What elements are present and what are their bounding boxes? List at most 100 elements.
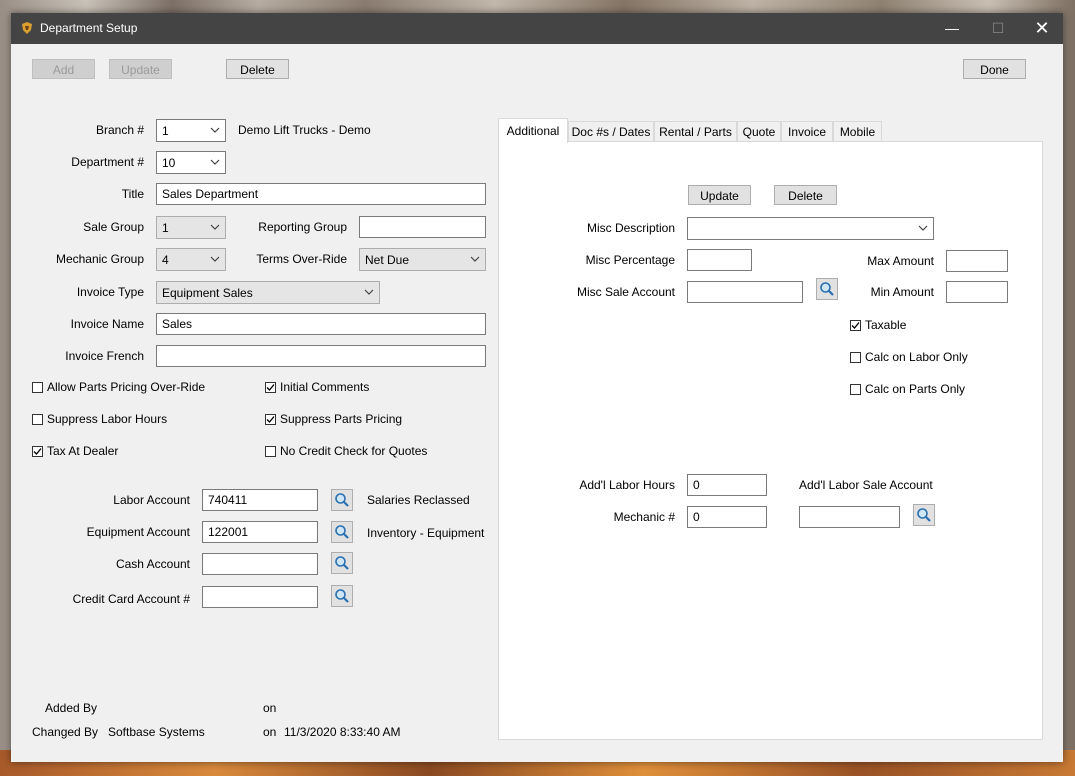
misc-update-button[interactable]: Update: [688, 185, 751, 205]
mechanic-group-dropdown[interactable]: 4: [156, 248, 226, 271]
tab-additional[interactable]: Additional: [498, 118, 568, 143]
suppress-parts-pricing-checkbox[interactable]: Suppress Parts Pricing: [265, 412, 402, 426]
cash-account-input[interactable]: [202, 553, 318, 575]
search-icon: [820, 282, 834, 296]
checkbox-box[interactable]: [32, 445, 43, 457]
checkbox-label: Taxable: [865, 318, 907, 332]
branch-value: 1: [162, 124, 169, 138]
reporting-group-label: Reporting Group: [258, 220, 347, 234]
misc-percentage-label: Misc Percentage: [585, 253, 675, 267]
checkbox-box[interactable]: [850, 351, 861, 363]
equipment-account-description: Inventory - Equipment: [367, 526, 485, 540]
invoice-name-input[interactable]: Sales: [156, 313, 486, 335]
misc-sale-account-search-button[interactable]: [816, 278, 838, 300]
invoice-type-dropdown[interactable]: Equipment Sales: [156, 281, 380, 304]
labor-account-search-button[interactable]: [331, 489, 353, 511]
calc-parts-only-checkbox[interactable]: Calc on Parts Only: [850, 382, 965, 396]
department-value: 10: [162, 156, 176, 170]
taxable-checkbox[interactable]: Taxable: [850, 318, 906, 332]
addl-labor-sale-account-search-button[interactable]: [913, 504, 935, 526]
addl-labor-sale-account-label: Add'l Labor Sale Account: [799, 478, 933, 492]
invoice-french-input[interactable]: [156, 345, 486, 367]
checkbox-box[interactable]: [265, 413, 276, 425]
invoice-french-label: Invoice French: [65, 349, 144, 363]
addl-labor-hours-label: Add'l Labor Hours: [579, 478, 675, 492]
chevron-down-icon: [918, 225, 928, 231]
invoice-type-value: Equipment Sales: [162, 286, 253, 300]
chevron-down-icon: [210, 224, 220, 230]
maximize-icon[interactable]: ☐: [975, 13, 1021, 44]
sale-group-dropdown[interactable]: 1: [156, 216, 226, 239]
min-amount-label: Min Amount: [870, 285, 934, 299]
mechanic-group-label: Mechanic Group: [55, 252, 144, 266]
labor-account-description: Salaries Reclassed: [367, 493, 470, 507]
no-credit-check-checkbox[interactable]: No Credit Check for Quotes: [265, 444, 427, 458]
checkbox-box[interactable]: [850, 383, 861, 395]
reporting-group-input[interactable]: [359, 216, 486, 238]
misc-delete-button[interactable]: Delete: [774, 185, 837, 205]
suppress-labor-hours-checkbox[interactable]: Suppress Labor Hours: [32, 412, 167, 426]
branch-dropdown[interactable]: 1: [156, 119, 226, 142]
equipment-account-search-button[interactable]: [331, 521, 353, 543]
misc-sale-account-input[interactable]: [687, 281, 803, 303]
checkbox-label: Suppress Parts Pricing: [280, 412, 403, 426]
allow-parts-pricing-checkbox[interactable]: Allow Parts Pricing Over-Ride: [32, 380, 205, 394]
department-setup-window: Department Setup — ☐ ✕ Add Update Delete…: [11, 13, 1063, 762]
search-icon: [335, 589, 349, 603]
misc-percentage-input[interactable]: [687, 249, 752, 271]
add-button[interactable]: Add: [32, 59, 95, 79]
max-amount-input[interactable]: [946, 250, 1008, 272]
tab-rental-parts[interactable]: Rental / Parts: [654, 121, 737, 142]
checkbox-box[interactable]: [32, 413, 43, 425]
credit-card-account-input[interactable]: [202, 586, 318, 608]
minimize-icon[interactable]: —: [929, 13, 975, 44]
added-on-label: on: [263, 701, 277, 715]
misc-description-dropdown[interactable]: [687, 217, 934, 240]
tax-at-dealer-checkbox[interactable]: Tax At Dealer: [32, 444, 118, 458]
department-dropdown[interactable]: 10: [156, 151, 226, 174]
tab-doc-dates[interactable]: Doc #s / Dates: [568, 121, 654, 142]
update-button[interactable]: Update: [109, 59, 172, 79]
equipment-account-input[interactable]: 122001: [202, 521, 318, 543]
terms-value: Net Due: [365, 253, 410, 267]
sale-group-value: 1: [162, 221, 169, 235]
calc-labor-only-checkbox[interactable]: Calc on Labor Only: [850, 350, 968, 364]
close-icon[interactable]: ✕: [1019, 13, 1065, 44]
addl-labor-sale-account-input[interactable]: [799, 506, 900, 528]
initial-comments-checkbox[interactable]: Initial Comments: [265, 380, 369, 394]
changed-on-value: 11/3/2020 8:33:40 AM: [284, 725, 401, 739]
check-icon: [266, 383, 275, 391]
search-icon: [335, 556, 349, 570]
addl-labor-hours-input[interactable]: 0: [687, 474, 767, 496]
terms-label: Terms Over-Ride: [256, 252, 347, 266]
title-label: Title: [121, 187, 144, 201]
delete-button[interactable]: Delete: [226, 59, 289, 79]
title-bar: Department Setup — ☐ ✕: [11, 13, 1063, 44]
credit-card-account-label: Credit Card Account #: [72, 592, 190, 606]
checkbox-box[interactable]: [265, 381, 276, 393]
sale-group-label: Sale Group: [83, 220, 144, 234]
checkbox-box[interactable]: [265, 445, 276, 457]
mechanic-number-input[interactable]: 0: [687, 506, 767, 528]
search-icon: [335, 525, 349, 539]
checkbox-box[interactable]: [850, 319, 861, 331]
tab-mobile[interactable]: Mobile: [833, 121, 882, 142]
branch-name: Demo Lift Trucks - Demo: [238, 123, 371, 137]
labor-account-input[interactable]: 740411: [202, 489, 318, 511]
credit-card-account-search-button[interactable]: [331, 585, 353, 607]
done-button[interactable]: Done: [963, 59, 1026, 79]
tab-invoice[interactable]: Invoice: [781, 121, 833, 142]
tab-quote[interactable]: Quote: [737, 121, 781, 142]
added-by-label: Added By: [45, 701, 98, 715]
checkbox-label: No Credit Check for Quotes: [280, 444, 428, 458]
changed-by-label: Changed By: [32, 725, 99, 739]
search-icon: [917, 508, 931, 522]
misc-sale-account-label: Misc Sale Account: [576, 285, 675, 299]
checkbox-box[interactable]: [32, 381, 43, 393]
min-amount-input[interactable]: [946, 281, 1008, 303]
title-input[interactable]: Sales Department: [156, 183, 486, 205]
terms-dropdown[interactable]: Net Due: [359, 248, 486, 271]
chevron-down-icon: [210, 127, 220, 133]
cash-account-search-button[interactable]: [331, 552, 353, 574]
search-icon: [335, 493, 349, 507]
